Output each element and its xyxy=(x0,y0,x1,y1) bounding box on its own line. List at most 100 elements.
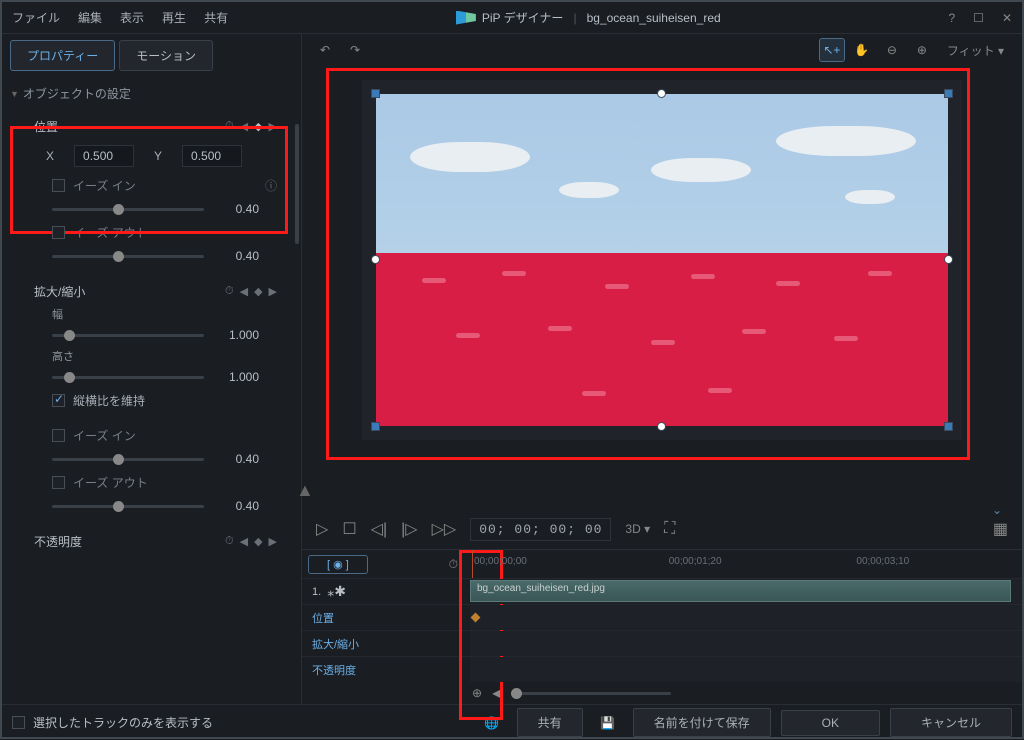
track-scale-label[interactable]: 拡大/縮小 xyxy=(302,631,470,656)
ease-out-checkbox[interactable] xyxy=(52,226,65,239)
next-frame-icon[interactable]: |▷ xyxy=(401,519,417,539)
stopwatch-icon[interactable]: ⏱ xyxy=(225,535,234,548)
preview-canvas[interactable] xyxy=(362,80,962,440)
document-name: bg_ocean_suiheisen_red xyxy=(587,11,721,25)
stop-icon[interactable]: ☐ xyxy=(342,519,356,539)
maximize-icon[interactable]: ☐ xyxy=(973,11,984,25)
next-kf-icon[interactable]: ▶ xyxy=(269,535,277,548)
playhead[interactable] xyxy=(472,550,473,578)
fit-dropdown[interactable]: フィット ▾ xyxy=(939,40,1012,61)
app-icon xyxy=(456,11,476,25)
cancel-button[interactable]: キャンセル xyxy=(890,708,1012,737)
save-icon[interactable]: 💾 xyxy=(593,710,623,736)
menu-view[interactable]: 表示 xyxy=(120,9,144,26)
close-icon[interactable]: ✕ xyxy=(1002,11,1012,25)
undo-icon[interactable]: ↶ xyxy=(312,38,338,62)
ease-out-value: 0.40 xyxy=(214,249,259,263)
resize-handle-s[interactable] xyxy=(657,422,666,431)
prev-frame-icon[interactable]: ◁| xyxy=(371,519,387,539)
menu-file[interactable]: ファイル xyxy=(12,9,60,26)
keep-aspect-checkbox[interactable] xyxy=(52,394,65,407)
3d-toggle[interactable]: 3D ▾ xyxy=(625,522,650,536)
timeline-ruler[interactable]: 00;00;00;00 00;00;01;20 00;00;03;10 xyxy=(470,550,1022,578)
next-kf-icon[interactable]: ▶ xyxy=(269,285,277,298)
window-controls: ? ☐ ✕ xyxy=(948,11,1012,25)
prev-kf-icon[interactable]: ◀ xyxy=(240,535,248,548)
resize-handle-w[interactable] xyxy=(371,255,380,264)
ruler-tick: 00;00;00;00 xyxy=(474,556,527,567)
track-number: 1. xyxy=(312,586,321,598)
track-opacity-lane[interactable] xyxy=(470,657,1022,682)
safe-zone-icon[interactable]: ▦ xyxy=(993,519,1008,539)
ease-out-slider[interactable] xyxy=(52,255,204,258)
menu-edit[interactable]: 編集 xyxy=(78,9,102,26)
zoom-out-icon[interactable]: ⊖ xyxy=(879,38,905,62)
stopwatch-icon[interactable]: ⏱ xyxy=(225,285,234,298)
track-header[interactable]: 1. ⁎✱ xyxy=(302,579,470,604)
scale-ease-out-slider[interactable] xyxy=(52,505,204,508)
share-button[interactable]: 共有 xyxy=(517,708,583,737)
fullscreen-icon[interactable]: ⛶ xyxy=(664,520,675,538)
resize-handle-sw[interactable] xyxy=(371,422,380,431)
track-position-lane[interactable] xyxy=(470,605,1022,630)
width-label: 幅 xyxy=(34,304,277,324)
canvas-toolbar: ↶ ↷ ↖+ ✋ ⊖ ⊕ フィット ▾ xyxy=(302,34,1022,66)
add-kf-icon[interactable]: ◆ xyxy=(254,535,262,548)
resize-handle-se[interactable] xyxy=(944,422,953,431)
zoom-in-icon[interactable]: ⊕ xyxy=(909,38,935,62)
fast-forward-icon[interactable]: ▷▷ xyxy=(432,519,457,539)
show-selected-only-checkbox[interactable] xyxy=(12,716,25,729)
track-opacity-label[interactable]: 不透明度 xyxy=(302,657,470,682)
view-toggle-button[interactable]: [ ◉ ] xyxy=(308,555,368,574)
track-position-label[interactable]: 位置 xyxy=(302,605,470,630)
resize-handle-ne[interactable] xyxy=(944,89,953,98)
title-center: PiP デザイナー | bg_ocean_suiheisen_red xyxy=(228,9,948,26)
section-object-settings[interactable]: オブジェクトの設定 xyxy=(10,81,293,106)
scale-ease-out-value: 0.40 xyxy=(214,499,259,513)
scale-group: 拡大/縮小 ⏱ ◀ ◆ ▶ 幅 1.000 高さ 1.000 縦横比を維持 xyxy=(10,271,293,521)
track-lane[interactable]: bg_ocean_suiheisen_red.jpg xyxy=(470,579,1022,604)
tab-motion[interactable]: モーション xyxy=(119,40,213,71)
canvas-wrap: ▲ xyxy=(302,66,1022,509)
add-kf-icon[interactable]: ◆ xyxy=(254,285,262,298)
resize-handle-n[interactable] xyxy=(657,89,666,98)
prev-kf-icon[interactable]: ◀ xyxy=(240,285,248,298)
height-slider[interactable] xyxy=(52,376,204,379)
main-menu: ファイル 編集 表示 再生 共有 xyxy=(12,9,228,26)
resize-handle-nw[interactable] xyxy=(371,89,380,98)
ease-in-slider[interactable] xyxy=(52,208,204,211)
timecode[interactable]: 00; 00; 00; 00 xyxy=(470,518,611,541)
opacity-title: 不透明度 xyxy=(34,533,82,550)
stopwatch-icon[interactable]: ⏱ xyxy=(449,557,458,572)
timeline-zoom-slider[interactable] xyxy=(511,692,671,695)
clip[interactable]: bg_ocean_suiheisen_red.jpg xyxy=(470,580,1011,602)
width-slider[interactable] xyxy=(52,334,204,337)
save-as-button[interactable]: 名前を付けて保存 xyxy=(633,708,771,737)
scrollbar[interactable] xyxy=(295,124,299,244)
ok-button[interactable]: OK xyxy=(781,710,880,736)
play-icon[interactable]: ▷ xyxy=(316,519,328,539)
menu-share[interactable]: 共有 xyxy=(204,9,228,26)
height-value: 1.000 xyxy=(214,370,259,384)
collapse-icon[interactable]: ⌄ xyxy=(992,503,1002,517)
pan-tool-icon[interactable]: ✋ xyxy=(849,38,875,62)
scale-ease-out-checkbox[interactable] xyxy=(52,476,65,489)
width-value: 1.000 xyxy=(214,328,259,342)
show-selected-only-label: 選択したトラックのみを表示する xyxy=(33,714,213,731)
ease-in-checkbox[interactable] xyxy=(52,179,65,192)
redo-icon[interactable]: ↷ xyxy=(342,38,368,62)
keyframe-icon[interactable] xyxy=(471,613,481,623)
help-icon[interactable]: ? xyxy=(948,11,955,25)
height-label: 高さ xyxy=(34,346,277,366)
select-tool-icon[interactable]: ↖+ xyxy=(819,38,845,62)
resize-handle-e[interactable] xyxy=(944,255,953,264)
scale-ease-in-checkbox[interactable] xyxy=(52,429,65,442)
menu-play[interactable]: 再生 xyxy=(162,9,186,26)
keep-aspect-label: 縦横比を維持 xyxy=(73,392,145,409)
track-scale-lane[interactable] xyxy=(470,631,1022,656)
scale-ease-in-slider[interactable] xyxy=(52,458,204,461)
tab-properties[interactable]: プロパティー xyxy=(10,40,115,71)
title-sep: | xyxy=(573,11,576,25)
scale-title: 拡大/縮小 xyxy=(34,283,85,300)
marker-icon[interactable]: ▲ xyxy=(296,480,314,501)
